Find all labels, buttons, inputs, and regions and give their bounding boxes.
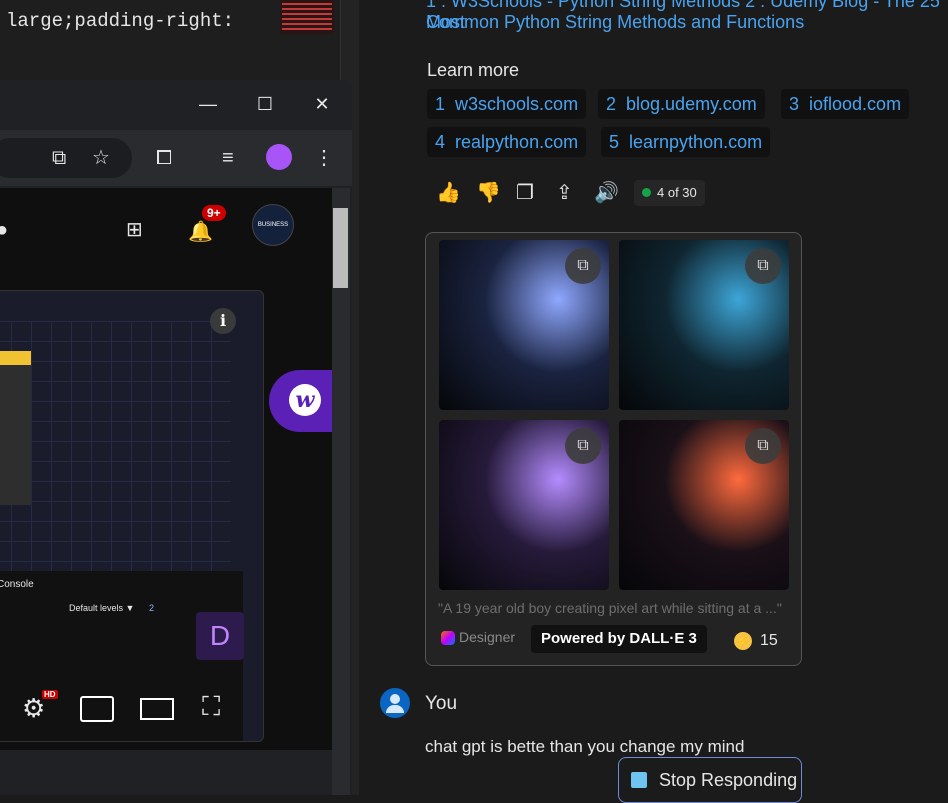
microphone-icon[interactable]: ●: [0, 218, 8, 242]
learn-more-link-1[interactable]: 1 w3schools.com: [427, 89, 587, 119]
response-counter: 4 of 30: [634, 180, 705, 206]
info-icon[interactable]: i: [210, 308, 236, 334]
designer-logo-icon: [441, 631, 455, 646]
copy-image-icon[interactable]: ⧉: [565, 428, 601, 464]
open-in-new-icon[interactable]: ⧉: [52, 146, 66, 170]
hd-badge: HD: [42, 690, 58, 699]
media-queue-icon[interactable]: ≡: [222, 146, 234, 170]
popup-window: [0, 365, 31, 505]
generated-image-3[interactable]: ⧉: [439, 420, 609, 590]
stop-responding-button[interactable]: Stop Responding: [618, 757, 802, 803]
copy-image-icon[interactable]: ⧉: [745, 248, 781, 284]
image-caption: "A 19 year old boy creating pixel art wh…: [438, 600, 782, 616]
maximize-button[interactable]: ☐: [255, 94, 275, 114]
fullscreen-icon[interactable]: ⛶: [202, 693, 220, 719]
default-levels-dropdown[interactable]: Default levels ▼: [69, 603, 134, 613]
miniplayer-icon[interactable]: [80, 696, 114, 722]
settings-gear-icon[interactable]: ⚙: [22, 695, 45, 721]
editor-minimap[interactable]: [280, 0, 334, 34]
browser-toolbar: ⧉ ☆ ⧠ ≡ ⋮: [0, 130, 352, 186]
console-tab[interactable]: Console: [0, 579, 34, 590]
popup-titlebar: [0, 351, 31, 365]
powered-by-badge: Powered by DALL·E 3: [531, 625, 707, 653]
issues-count: 2: [149, 603, 155, 613]
code-text: large;padding-right:: [6, 10, 235, 32]
user-label: You: [425, 693, 458, 714]
copy-image-icon[interactable]: ⧉: [745, 428, 781, 464]
channel-avatar[interactable]: BUSINESS: [252, 204, 294, 246]
citation-line-2[interactable]: Common Python String Methods and Functio…: [426, 12, 804, 33]
notification-badge: 9+: [202, 205, 226, 221]
browser-window: — ☐ ✕ ⧉ ☆ ⧠ ≡ ⋮ ● ⊞ 🔔 9+ BUSINESS Consol…: [0, 80, 352, 795]
thumbs-up-icon[interactable]: 👍: [436, 180, 461, 205]
learn-more-link-5[interactable]: 5 learnpython.com: [601, 127, 771, 157]
boost-count: ⚡ 15: [734, 632, 778, 650]
read-aloud-icon[interactable]: 🔊: [594, 180, 619, 205]
video-screen-content: Console Default levels ▼ 2: [0, 290, 264, 742]
designer-link[interactable]: Designer: [441, 629, 515, 646]
learn-more-link-4[interactable]: 4 realpython.com: [427, 127, 587, 157]
user-message: chat gpt is bette than you change my min…: [425, 737, 745, 756]
menu-kebab-icon[interactable]: ⋮: [314, 146, 334, 170]
create-video-icon[interactable]: ⊞: [126, 218, 143, 242]
user-avatar: [380, 688, 410, 718]
thumbs-down-icon[interactable]: 👎: [476, 180, 501, 205]
theater-mode-icon[interactable]: [140, 698, 174, 720]
generated-image-1[interactable]: ⧉: [439, 240, 609, 410]
w-logo-icon: w: [289, 384, 321, 416]
app-logo-icon: D: [196, 612, 244, 660]
video-controls: ⚙ HD ⛶: [0, 690, 332, 795]
learn-more-label: Learn more: [427, 60, 520, 80]
canvas-grid: [0, 321, 231, 571]
extensions-icon[interactable]: ⧠: [156, 146, 172, 170]
profile-avatar[interactable]: [266, 144, 292, 170]
copy-image-icon[interactable]: ⧉: [565, 248, 601, 284]
minimize-button[interactable]: —: [198, 94, 218, 114]
copy-icon[interactable]: ❐: [516, 180, 534, 205]
learn-more-link-3[interactable]: 3 ioflood.com: [781, 89, 910, 119]
lightning-icon: ⚡: [734, 632, 752, 650]
browser-titlebar: — ☐ ✕: [0, 80, 352, 128]
bookmark-star-icon[interactable]: ☆: [92, 146, 110, 170]
learn-more-link-2[interactable]: 2 blog.udemy.com: [598, 89, 765, 119]
share-icon[interactable]: ⇪: [556, 180, 573, 205]
notifications-bell-icon[interactable]: 🔔: [188, 220, 213, 244]
floating-app-button[interactable]: w: [269, 370, 339, 432]
stop-icon: [631, 772, 647, 788]
scrollbar-thumb[interactable]: [333, 208, 348, 288]
close-button[interactable]: ✕: [312, 94, 332, 114]
generated-image-4[interactable]: ⧉: [619, 420, 789, 590]
generated-image-2[interactable]: ⧉: [619, 240, 789, 410]
